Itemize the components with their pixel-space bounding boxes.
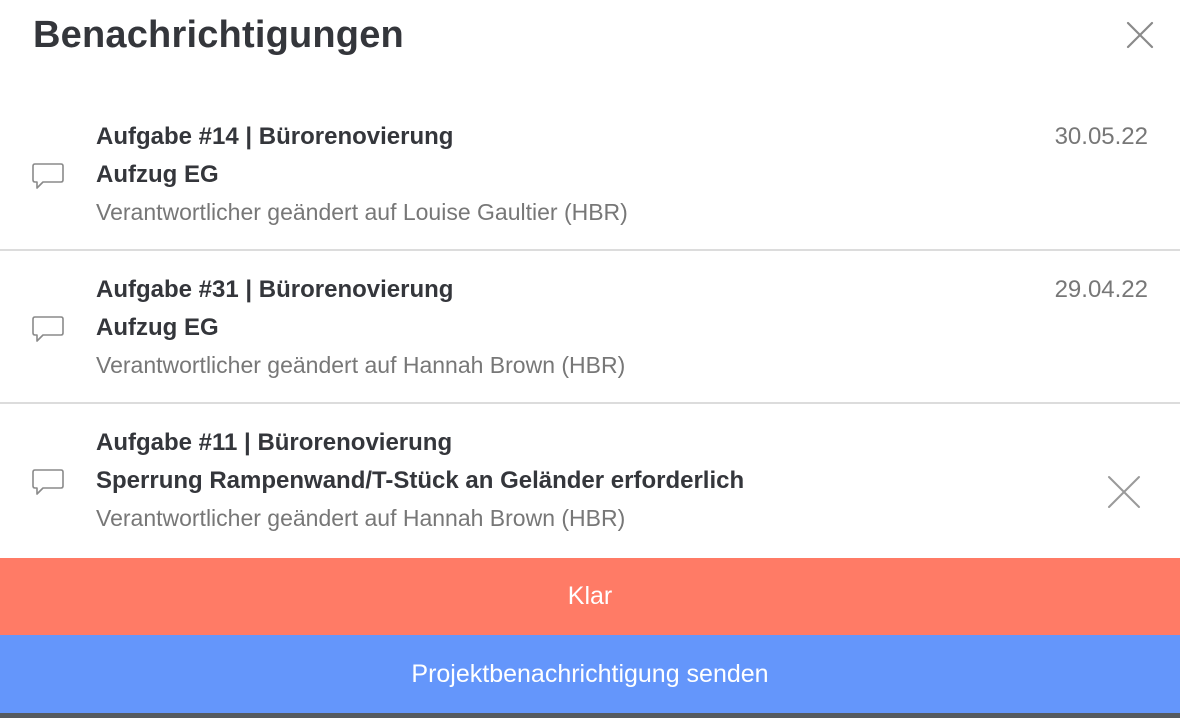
dismiss-notification-icon[interactable]	[1106, 474, 1142, 510]
notification-task: Aufgabe #14 | Bürorenovierung	[96, 123, 454, 150]
notification-message: Verantwortlicher geändert auf Hannah Bro…	[96, 352, 626, 378]
notification-date: 29.04.22	[1054, 276, 1148, 303]
notification-date: 30.05.22	[1054, 123, 1148, 150]
notification-subject: Aufzug EG	[96, 161, 219, 188]
close-icon[interactable]	[1122, 17, 1158, 53]
notification-subject: Sperrung Rampenwand/T-Stück an Geländer …	[96, 467, 745, 494]
notification-task: Aufgabe #11 | Bürorenovierung	[96, 429, 453, 456]
modal-header: Benachrichtigungen	[0, 0, 1180, 90]
speech-bubble-icon	[31, 162, 65, 190]
notification-item[interactable]: Aufgabe #31 | Bürorenovierung Aufzug EG …	[0, 251, 1180, 404]
notification-list: Aufgabe #14 | Bürorenovierung Aufzug EG …	[0, 98, 1180, 558]
speech-bubble-icon	[31, 315, 65, 343]
send-project-notification-button[interactable]: Projektbenachrichtigung senden	[0, 635, 1180, 713]
bottom-edge	[0, 713, 1180, 718]
done-button[interactable]: Klar	[0, 558, 1180, 635]
notification-item[interactable]: Aufgabe #14 | Bürorenovierung Aufzug EG …	[0, 98, 1180, 251]
notification-message: Verantwortlicher geändert auf Louise Gau…	[96, 199, 628, 225]
notification-item[interactable]: Aufgabe #11 | Bürorenovierung Sperrung R…	[0, 404, 1180, 557]
notification-message: Verantwortlicher geändert auf Hannah Bro…	[96, 505, 626, 531]
notification-task: Aufgabe #31 | Bürorenovierung	[96, 276, 454, 303]
speech-bubble-icon	[31, 468, 65, 496]
modal-title: Benachrichtigungen	[33, 14, 404, 56]
notification-subject: Aufzug EG	[96, 314, 219, 341]
notifications-modal: Benachrichtigungen Aufgabe #14 | Büroren…	[0, 0, 1180, 718]
